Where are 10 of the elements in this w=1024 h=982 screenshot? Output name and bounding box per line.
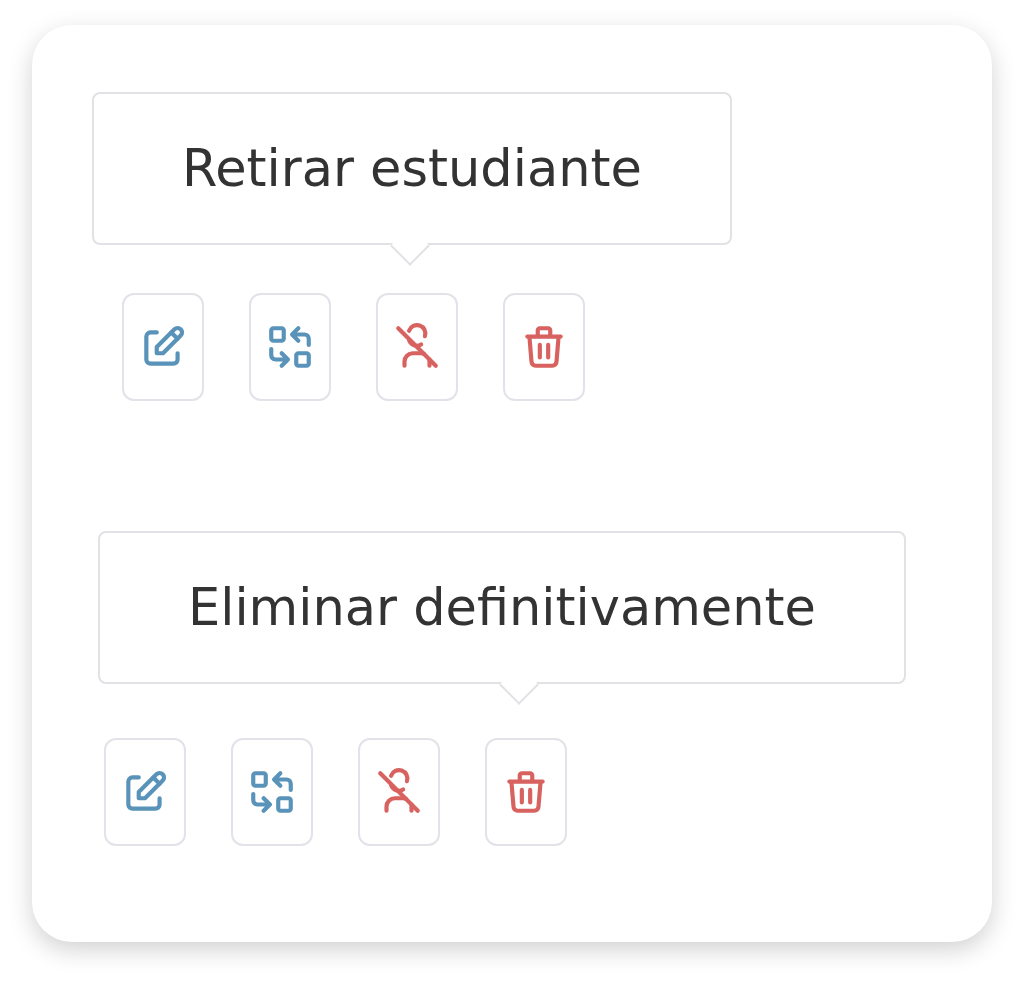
swap-button[interactable] [249, 293, 331, 401]
withdraw-button[interactable] [358, 738, 440, 846]
swap-button[interactable] [231, 738, 313, 846]
tooltip: Retirar estudiante [92, 92, 732, 245]
edit-button[interactable] [122, 293, 204, 401]
edit-button[interactable] [104, 738, 186, 846]
delete-button[interactable] [503, 293, 585, 401]
tooltip: Eliminar definitivamente [98, 531, 906, 684]
withdraw-button[interactable] [376, 293, 458, 401]
delete-button[interactable] [485, 738, 567, 846]
